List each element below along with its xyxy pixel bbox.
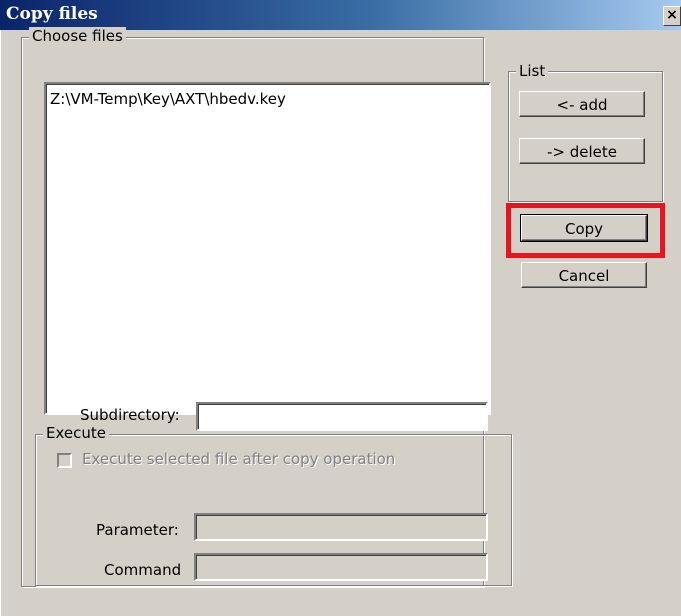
execute-checkbox-label: Execute selected file after copy operati… — [82, 450, 396, 468]
cancel-button[interactable]: Cancel — [521, 262, 647, 288]
execute-legend: Execute — [43, 424, 109, 442]
file-listbox[interactable]: Z:\VM-Temp\Key\AXT\hbedv.key — [44, 82, 491, 415]
list-legend: List — [516, 62, 549, 80]
parameter-label: Parameter: — [96, 521, 179, 539]
delete-button[interactable]: -> delete — [519, 138, 645, 164]
title-bar: Copy files × — [0, 0, 681, 30]
subdirectory-input[interactable] — [196, 402, 488, 431]
window-title: Copy files — [6, 4, 98, 24]
dialog-client: Choose files Z:\VM-Temp\Key\AXT\hbedv.ke… — [0, 27, 681, 616]
execute-checkbox[interactable] — [57, 453, 72, 468]
parameter-input[interactable] — [194, 513, 488, 541]
copy-highlight-box — [506, 203, 665, 258]
command-input[interactable] — [194, 553, 488, 581]
file-list-item[interactable]: Z:\VM-Temp\Key\AXT\hbedv.key — [50, 90, 286, 108]
subdirectory-label: Subdirectory: — [80, 406, 180, 424]
close-icon[interactable]: × — [663, 6, 681, 26]
command-label: Command — [104, 561, 182, 579]
add-button[interactable]: <- add — [519, 91, 645, 117]
choose-files-legend: Choose files — [29, 27, 126, 45]
